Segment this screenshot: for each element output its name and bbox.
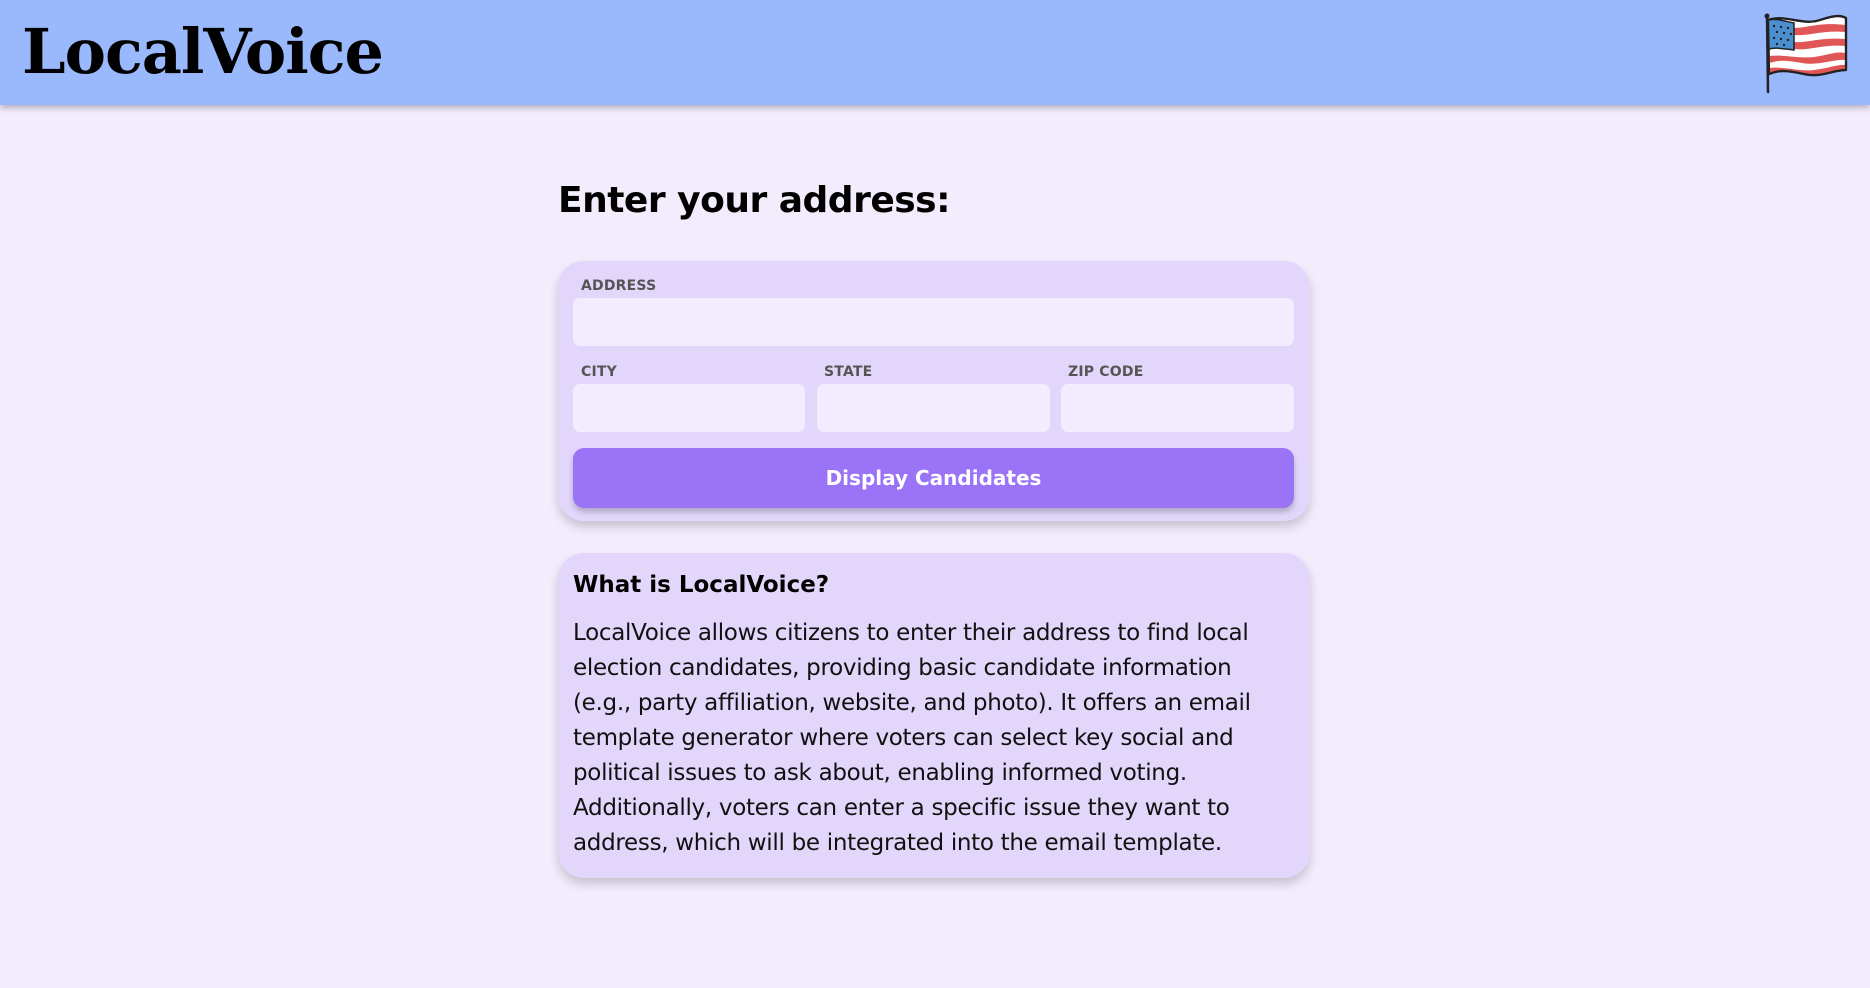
state-label: STATE [824, 364, 873, 380]
about-title: What is LocalVoice? [573, 572, 830, 598]
city-input[interactable] [573, 384, 805, 432]
about-description: LocalVoice allows citizens to enter thei… [573, 619, 1251, 856]
page-title: Enter your address: [558, 180, 951, 221]
city-label: CITY [581, 364, 617, 380]
zip-code-label: ZIP CODE [1068, 364, 1144, 380]
address-input[interactable] [573, 298, 1294, 346]
us-flag-icon[interactable] [1762, 12, 1850, 96]
about-card: What is LocalVoice? LocalVoice allows ci… [558, 553, 1310, 878]
zip-code-input[interactable] [1061, 384, 1294, 432]
app-header: LocalVoice [0, 0, 1870, 105]
main-content: Enter your address: ADDRESS CITY STATE Z… [558, 170, 1310, 878]
app-logo[interactable]: LocalVoice [22, 16, 384, 88]
address-label: ADDRESS [581, 278, 657, 294]
display-candidates-button[interactable]: Display Candidates [573, 448, 1294, 508]
address-form: ADDRESS CITY STATE ZIP CODE Display Cand… [558, 261, 1310, 521]
state-input[interactable] [817, 384, 1050, 432]
